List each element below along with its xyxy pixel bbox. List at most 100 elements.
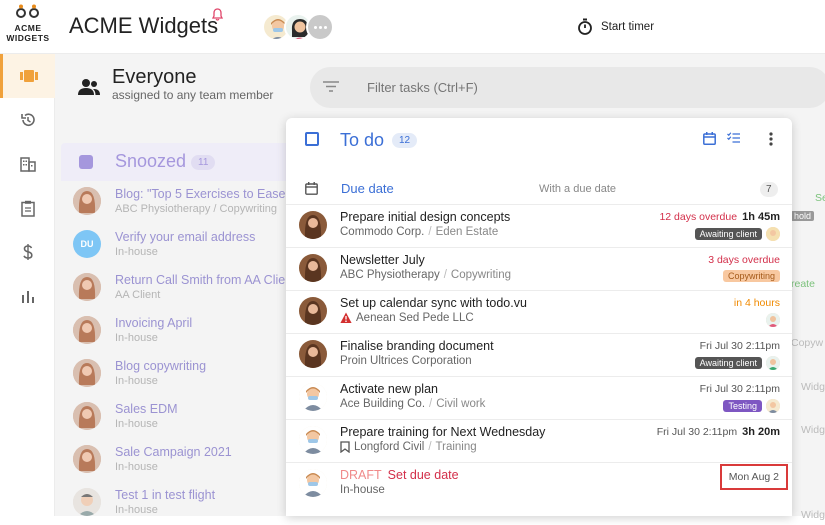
app-logo[interactable]: ACME WIDGETS [2, 4, 54, 43]
avatar [299, 297, 327, 325]
assignee-avatar[interactable] [766, 399, 780, 413]
checklist-icon[interactable] [727, 132, 740, 144]
task-client[interactable]: Commodo Corp. [340, 226, 424, 238]
todo-header: To do 12 [286, 118, 792, 162]
task-name: Activate new plan [340, 382, 438, 396]
building-icon [19, 156, 36, 172]
task-name: Prepare initial design concepts [340, 210, 511, 224]
snoozed-task-name: Invoicing April [115, 316, 193, 330]
snoozed-column: Snoozed 11 Blog: "Top 5 Exercises to Eas… [61, 143, 301, 523]
nav-item-history[interactable] [0, 98, 55, 142]
due-text: Mon Aug 2 [728, 471, 779, 483]
task-client[interactable]: Ace Building Co. [340, 398, 425, 410]
nav-item-reports[interactable] [0, 186, 55, 230]
due-text: in 4 hours [733, 297, 780, 309]
task-client[interactable]: Longford Civil [354, 441, 424, 453]
list-item[interactable]: DU Verify your email address In-house [61, 224, 301, 267]
list-item[interactable]: Invoicing April In-house [61, 310, 301, 353]
nav-item-clients[interactable] [0, 142, 55, 186]
task-project[interactable]: Copywriting [451, 269, 511, 281]
start-timer-button[interactable]: Start timer [577, 18, 654, 35]
task-due: Fri Jul 30 2:11pm [700, 383, 780, 395]
task-tags: Awaiting client [694, 356, 780, 370]
todo-title: To do [340, 130, 385, 150]
nav-item-billing[interactable] [0, 230, 55, 274]
task-row[interactable]: Newsletter July ABC Physiotherapy / Copy… [286, 247, 792, 290]
task-name: Set up calendar sync with todo.vu [340, 296, 527, 310]
right-fragment: Widg [801, 509, 825, 521]
start-timer-label: Start timer [601, 20, 655, 33]
filter-icon [323, 81, 339, 92]
right-fragment: Se [815, 192, 825, 204]
moon-icon [79, 155, 93, 169]
snoozed-task-sub: ABC Physiotherapy / Copywriting [115, 203, 278, 215]
task-due: Fri Jul 30 2:11pm [700, 340, 780, 352]
bell-icon[interactable] [212, 8, 223, 21]
assignee-avatar[interactable] [766, 227, 780, 241]
task-row[interactable]: Set up calendar sync with todo.vu Aenean… [286, 290, 792, 333]
status-tag[interactable]: Awaiting client [694, 228, 762, 240]
task-row[interactable]: Activate new plan Ace Building Co. / Civ… [286, 376, 792, 419]
task-client[interactable]: Aenean Sed Pede LLC [356, 312, 474, 324]
task-row[interactable]: Finalise branding document Proin Ultrice… [286, 333, 792, 376]
more-members-icon[interactable] [306, 13, 334, 41]
task-name: Prepare training for Next Wednesday [340, 425, 546, 439]
avatar: DU [73, 230, 101, 258]
bookmark-icon [340, 441, 350, 453]
due-text: 12 days overdue [659, 211, 738, 223]
snoozed-task-name: Blog copywriting [115, 359, 207, 373]
snoozed-header[interactable]: Snoozed 11 [61, 143, 301, 181]
task-due: 12 days overdue 1h 45m [659, 211, 780, 223]
task-project[interactable]: Civil work [436, 398, 485, 410]
snoozed-task-name: Test 1 in test flight [115, 488, 216, 502]
separator: / [443, 269, 447, 281]
logo-line-1: ACME [14, 23, 42, 33]
list-item[interactable]: Return Call Smith from AA Client AA Clie… [61, 267, 301, 310]
separator: / [428, 226, 432, 238]
avatar [73, 402, 101, 430]
task-due: in 4 hours [734, 297, 780, 309]
list-item[interactable]: Blog: "Top 5 Exercises to Ease ABC Physi… [61, 181, 301, 224]
list-item[interactable]: Sales EDM In-house [61, 396, 301, 439]
todo-checkbox-icon[interactable] [305, 132, 319, 146]
status-tag[interactable]: Testing [723, 400, 762, 412]
snoozed-task-name: Blog: "Top 5 Exercises to Ease [115, 187, 286, 201]
task-client[interactable]: In-house [340, 484, 385, 496]
task-tags: Awaiting client [694, 227, 780, 241]
assignee-avatar[interactable] [766, 356, 780, 370]
list-item[interactable]: Test 1 in test flight In-house [61, 482, 301, 525]
status-tag[interactable]: Copywriting [722, 270, 780, 282]
assignee-avatar[interactable] [766, 313, 780, 327]
status-tag[interactable]: Awaiting client [694, 357, 762, 369]
team-avatars[interactable] [262, 13, 334, 41]
task-row[interactable]: DRAFT Set due date In-house Mon Aug 2 [286, 462, 792, 505]
app-title: ACME Widgets [69, 13, 219, 38]
avatar [73, 273, 101, 301]
filter-bar[interactable] [310, 67, 825, 108]
task-project[interactable]: Eden Estate [436, 226, 499, 238]
due-date-section-header[interactable]: Due date With a due date 7 [286, 162, 792, 204]
calendar-icon [305, 182, 318, 195]
task-client[interactable]: ABC Physiotherapy [340, 269, 440, 281]
nav-item-analytics[interactable] [0, 274, 55, 318]
task-sub: Longford Civil / Training [340, 441, 477, 453]
more-vert-icon[interactable] [769, 132, 773, 146]
section-sub: With a due date [539, 183, 617, 195]
nav-item-board[interactable] [0, 54, 55, 98]
task-project[interactable]: Training [436, 441, 477, 453]
filter-input[interactable] [365, 79, 785, 96]
due-text: Fri Jul 30 2:11pm [699, 340, 780, 352]
set-due-date-link[interactable]: Set due date [388, 468, 459, 482]
task-name: Newsletter July [340, 253, 425, 267]
calendar-view-icon[interactable] [703, 132, 716, 145]
due-date-highlight[interactable]: Mon Aug 2 [719, 464, 788, 490]
snoozed-task-sub: In-house [115, 418, 158, 430]
task-sub: Proin Ultrices Corporation [340, 355, 472, 367]
task-client[interactable]: Proin Ultrices Corporation [340, 355, 472, 367]
snoozed-task-sub: In-house [115, 332, 158, 344]
avatar [299, 340, 327, 368]
task-row[interactable]: Prepare initial design concepts Commodo … [286, 204, 792, 247]
list-item[interactable]: Blog copywriting In-house [61, 353, 301, 396]
list-item[interactable]: Sale Campaign 2021 In-house [61, 439, 301, 482]
task-row[interactable]: Prepare training for Next Wednesday Long… [286, 419, 792, 462]
